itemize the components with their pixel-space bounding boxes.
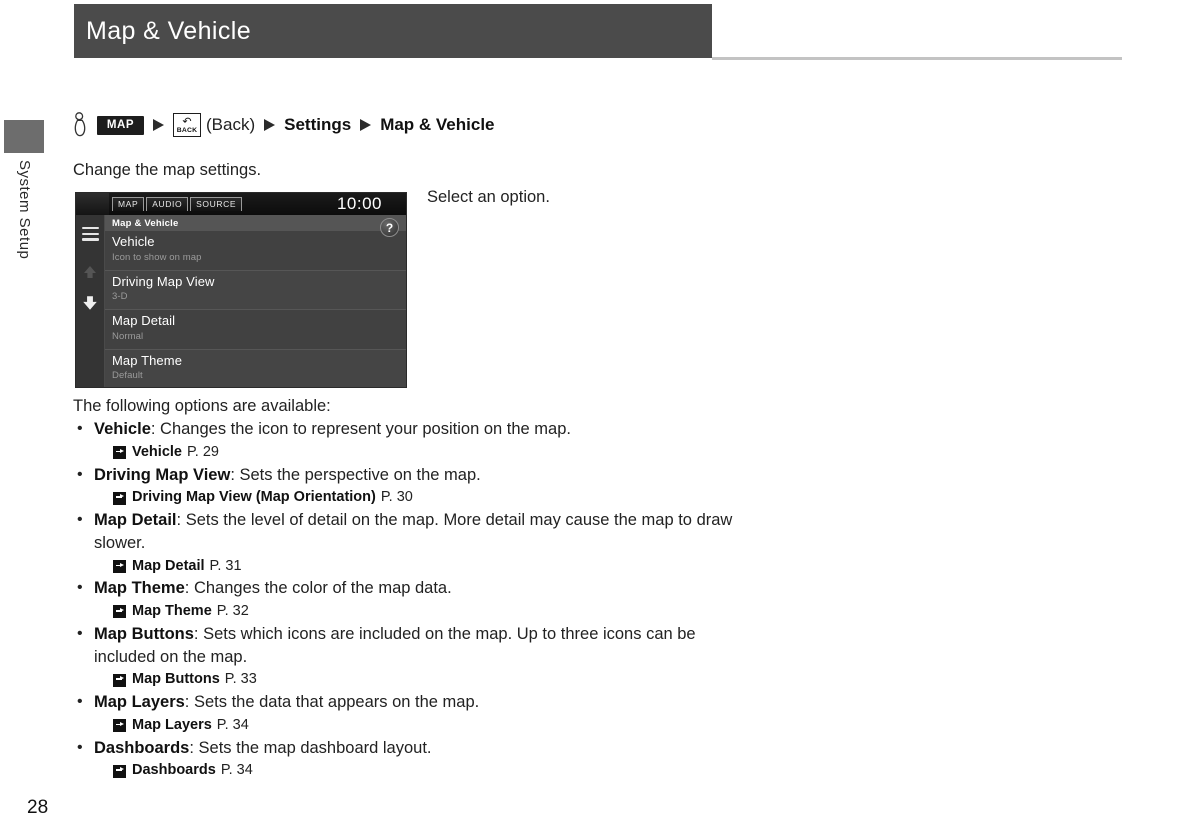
reference-arrow-icon [113,765,126,778]
list-item[interactable]: Map Theme Default [105,350,406,389]
option-description: : Changes the color of the map data. [185,579,452,597]
option-item: Map Detail: Sets the level of detail on … [73,509,743,555]
list-item-title: Driving Map View [112,275,399,290]
available-options-line: The following options are available: [73,397,331,416]
navigation-screen-figure: MAP AUDIO SOURCE 10:00 Map & Vehicle [75,192,407,388]
cross-reference[interactable]: Map Detail P. 31 [73,556,743,578]
breadcrumb-arrow-icon-2 [264,119,275,131]
option-item: Dashboards: Sets the map dashboard layou… [73,737,743,760]
list-item[interactable]: Driving Map View 3-D [105,271,406,311]
breadcrumb-arrow-icon-3 [360,119,371,131]
reference-name: Map Layers [132,715,212,737]
list-item[interactable]: Vehicle Icon to show on map [105,231,406,271]
option-item: Driving Map View: Sets the perspective o… [73,464,743,487]
cross-reference[interactable]: Map Buttons P. 33 [73,669,743,691]
reference-name: Dashboards [132,760,216,782]
cross-reference[interactable]: Map Theme P. 32 [73,601,743,623]
reference-name: Map Theme [132,601,212,623]
reference-name: Map Buttons [132,669,220,691]
hamburger-menu-icon[interactable] [82,227,99,244]
option-term: Map Detail [94,511,177,529]
list-item-value: 3-D [112,291,399,302]
cross-reference[interactable]: Vehicle P. 29 [73,442,743,464]
option-term: Vehicle [94,420,151,438]
breadcrumb-destination[interactable]: Map & Vehicle [380,115,494,135]
list-item[interactable]: Map Detail Normal [105,310,406,350]
list-item-value: Icon to show on map [112,252,399,263]
tab-map[interactable]: MAP [112,197,144,211]
sidebar-section-label: System Setup [7,160,33,259]
cross-reference[interactable]: Driving Map View (Map Orientation) P. 30 [73,487,743,509]
tab-audio[interactable]: AUDIO [146,197,188,211]
list-item-title: Map Detail [112,314,399,329]
help-icon[interactable]: ? [380,218,399,237]
select-option-note: Select an option. [427,188,550,207]
option-term: Driving Map View [94,466,230,484]
intro-text: Change the map settings. [73,161,261,180]
back-arrow-icon: ↶ [182,117,191,128]
reference-page: P. 29 [187,442,219,464]
reference-arrow-icon [113,492,126,505]
device-body: Map & Vehicle ? Vehicle Icon to show on … [76,215,406,388]
list-item-value: Default [112,370,399,381]
option-item: Map Layers: Sets the data that appears o… [73,691,743,714]
sidebar-section-tab [4,120,44,153]
reference-arrow-icon [113,719,126,732]
options-list: Vehicle: Changes the icon to represent y… [73,418,743,782]
page-number: 28 [27,797,48,819]
list-item-value: Normal [112,331,399,342]
tab-source[interactable]: SOURCE [190,197,242,211]
breadcrumb-settings[interactable]: Settings [284,115,351,135]
reference-page: P. 34 [217,715,249,737]
option-item: Vehicle: Changes the icon to represent y… [73,418,743,441]
breadcrumb: MAP ↶ BACK (Back) Settings Map & Vehicle [72,110,495,140]
option-description: : Sets the level of detail on the map. M… [94,511,732,552]
back-key-label: BACK [177,128,197,135]
page-header-bar: Map & Vehicle [74,4,712,58]
device-settings-list: Map & Vehicle ? Vehicle Icon to show on … [105,215,406,388]
reference-page: P. 34 [221,760,253,782]
option-description: : Sets the data that appears on the map. [185,693,479,711]
option-item: Map Theme: Changes the color of the map … [73,577,743,600]
option-term: Dashboards [94,739,189,757]
option-term: Map Buttons [94,625,194,643]
scroll-up-arrow-icon[interactable] [82,264,98,280]
back-button-key[interactable]: ↶ BACK [173,113,201,137]
reference-name: Map Detail [132,556,205,578]
breadcrumb-arrow-icon [153,119,164,131]
reference-arrow-icon [113,605,126,618]
option-description: : Sets the map dashboard layout. [189,739,431,757]
device-side-rail [76,215,105,388]
option-item: Map Buttons: Sets which icons are includ… [73,623,743,669]
device-top-bar: MAP AUDIO SOURCE 10:00 [76,193,406,215]
reference-page: P. 30 [381,487,413,509]
map-button-key[interactable]: MAP [97,116,144,135]
reference-arrow-icon [113,674,126,687]
reference-arrow-icon [113,560,126,573]
reference-arrow-icon [113,446,126,459]
reference-page: P. 32 [217,601,249,623]
header-divider-rule [712,57,1122,60]
reference-page: P. 31 [210,556,242,578]
list-item-title: Map Theme [112,354,399,369]
option-description: : Sets the perspective on the map. [230,466,480,484]
cross-reference[interactable]: Map Layers P. 34 [73,715,743,737]
reference-name: Driving Map View (Map Orientation) [132,487,376,509]
reference-page: P. 33 [225,669,257,691]
scroll-down-arrow-icon[interactable] [81,294,99,312]
device-tab-bar: MAP AUDIO SOURCE [112,197,242,211]
hand-press-icon [72,112,88,138]
option-term: Map Theme [94,579,185,597]
option-term: Map Layers [94,693,185,711]
reference-name: Vehicle [132,442,182,464]
device-list-title: Map & Vehicle [105,215,406,231]
device-clock: 10:00 [337,194,382,214]
list-item-title: Vehicle [112,235,399,250]
back-caption: (Back) [206,115,255,135]
manual-page: Map & Vehicle System Setup MAP ↶ BACK (B… [0,0,1191,840]
page-title: Map & Vehicle [74,17,251,46]
option-description: : Changes the icon to represent your pos… [151,420,571,438]
cross-reference[interactable]: Dashboards P. 34 [73,760,743,782]
